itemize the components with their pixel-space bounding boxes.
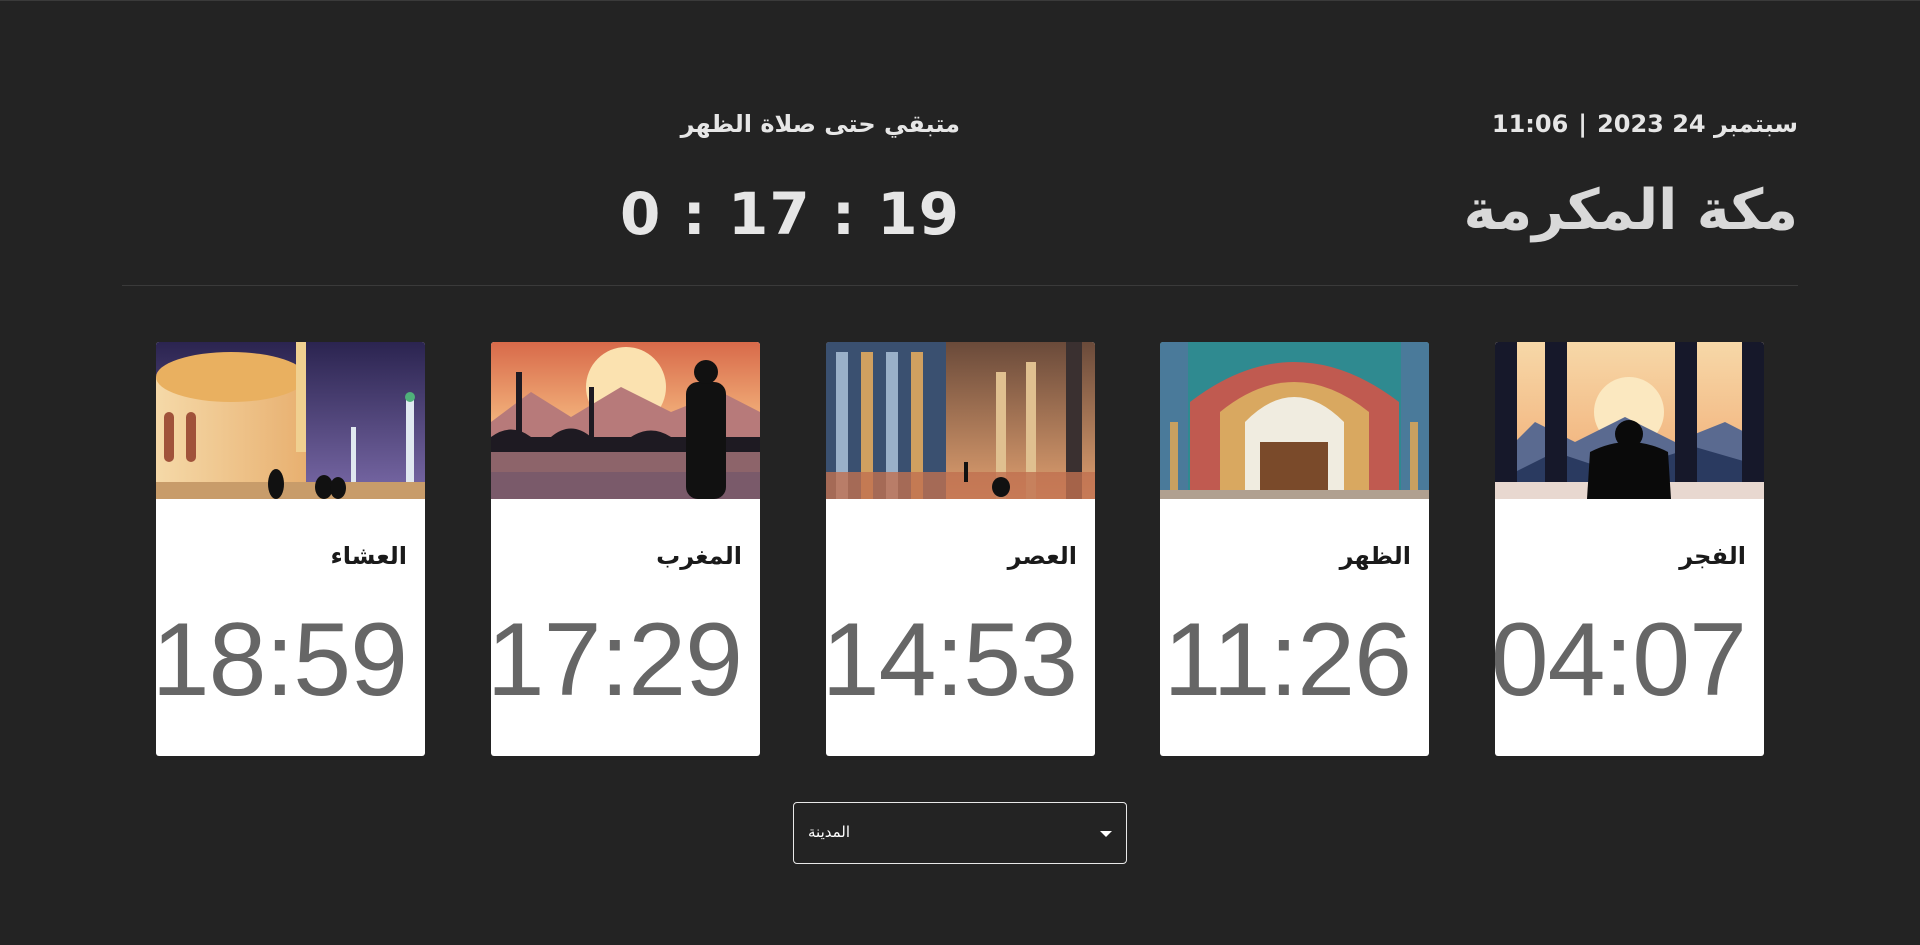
prayer-name: العشاء [330,542,408,570]
prayer-time: 17:29 [491,602,743,718]
asr-illustration [826,342,1095,499]
prayer-card-asr: العصر 14:53 [826,342,1095,756]
prayer-name: العصر [1007,542,1077,570]
maghrib-illustration [491,342,760,499]
header: سبتمبر 24 2023 | 11:06 مكة المكرمة متبقي ح… [122,0,1798,286]
prayer-time: 18:59 [156,602,408,718]
fajr-illustration [1495,342,1764,499]
isha-illustration [156,342,425,499]
prayer-card-dhuhr: الظهر 11:26 [1160,342,1429,756]
date-separator: | [1578,110,1588,138]
prayer-card-isha: العشاء 18:59 [156,342,425,756]
remaining-label: متبقي حتى صلاة الظهر [680,110,960,138]
header-divider [122,285,1798,286]
prayer-card-maghrib: المغرب 17:29 [491,342,760,756]
current-time: 11:06 [1491,110,1569,138]
countdown-timer: 0 : 17 : 19 [620,180,960,248]
prayer-card-fajr: الفجر 04:07 [1495,342,1764,756]
prayer-time: 11:26 [1163,602,1412,718]
dhuhr-illustration [1160,342,1429,499]
prayer-name: الفجر [1679,542,1746,570]
prayer-time: 04:07 [1495,602,1747,718]
chevron-down-icon [1100,831,1112,837]
city-select[interactable]: المدينة [793,802,1127,864]
prayer-name: الظهر [1339,542,1411,570]
current-date: سبتمبر 24 2023 [1597,110,1798,138]
current-date-time: سبتمبر 24 2023 | 11:06 [1492,110,1798,138]
prayer-time: 14:53 [826,602,1078,718]
city-title: مكة المكرمة [1463,178,1799,243]
city-select-label: المدينة [808,823,851,841]
prayer-name: المغرب [656,542,742,570]
